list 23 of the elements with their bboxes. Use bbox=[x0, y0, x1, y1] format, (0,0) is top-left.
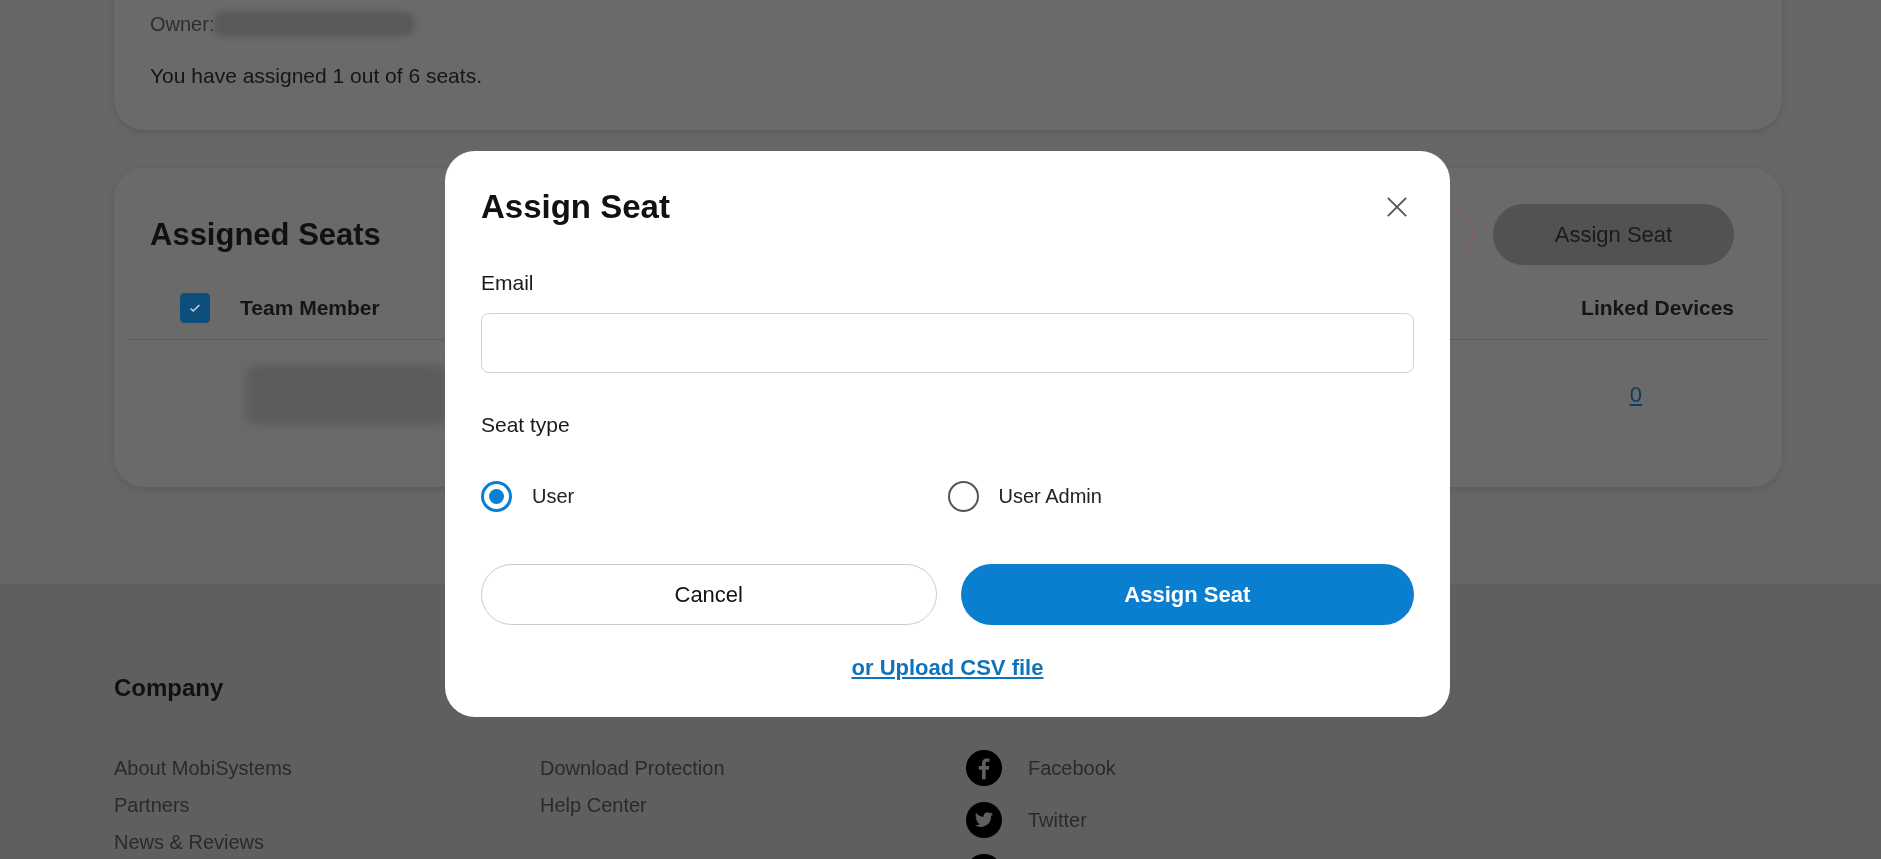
dialog-title: Assign Seat bbox=[481, 188, 670, 226]
assign-seat-button[interactable]: Assign Seat bbox=[1493, 204, 1734, 265]
facebook-icon[interactable] bbox=[966, 750, 1002, 786]
column-header: Team Member bbox=[240, 296, 380, 320]
upload-csv-link[interactable]: or Upload CSV file bbox=[851, 655, 1044, 681]
section-title: Assigned Seats bbox=[150, 216, 381, 253]
field-label: Email bbox=[481, 271, 535, 295]
select-all-checkbox[interactable] bbox=[180, 293, 210, 323]
bird-icon[interactable] bbox=[966, 802, 1002, 838]
owner-label: Owner: bbox=[150, 12, 215, 36]
radio-label[interactable]: User Admin bbox=[998, 485, 1102, 508]
column-header: Linked Devices bbox=[1581, 296, 1734, 320]
seats-summary: You have assigned 1 out of 6 seats. bbox=[150, 64, 483, 88]
cancel-button[interactable]: Cancel bbox=[481, 564, 937, 625]
close-icon[interactable] bbox=[1386, 196, 1408, 218]
email-input-field[interactable] bbox=[481, 313, 1414, 373]
linked-devices-link[interactable]: 0 bbox=[1629, 382, 1642, 408]
assign-seat-button[interactable]: Assign Seat bbox=[960, 564, 1414, 625]
field-label: Seat type bbox=[481, 413, 571, 437]
radio-label[interactable]: User bbox=[532, 485, 575, 508]
footer-heading: Company bbox=[114, 674, 225, 703]
radio-button[interactable] bbox=[947, 481, 979, 512]
radio-button[interactable] bbox=[481, 481, 512, 512]
